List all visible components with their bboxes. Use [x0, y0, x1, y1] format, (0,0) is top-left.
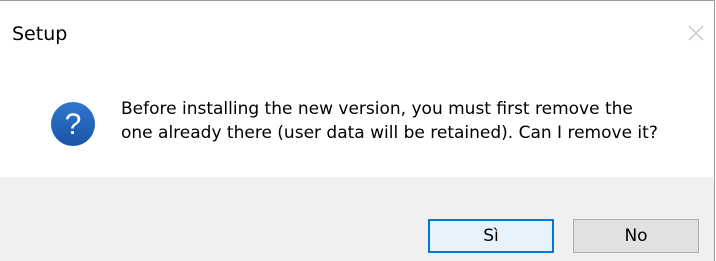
title-bar[interactable]: Setup [0, 1, 714, 63]
close-icon [688, 25, 704, 41]
no-button[interactable]: No [573, 219, 699, 253]
svg-text:?: ? [65, 108, 82, 141]
setup-dialog: Setup ? Before installing the new versio… [0, 0, 715, 261]
window-title: Setup [12, 23, 68, 45]
dialog-message: Before installing the new version, you m… [121, 97, 701, 145]
message-line: one already there (user data will be ret… [121, 123, 658, 143]
button-bar: Sì No [0, 177, 714, 261]
yes-button[interactable]: Sì [428, 219, 554, 253]
dialog-content: ? Before installing the new version, you… [0, 63, 714, 177]
question-icon: ? [51, 102, 95, 146]
message-line: Before installing the new version, you m… [121, 99, 633, 119]
close-button[interactable] [678, 15, 714, 51]
